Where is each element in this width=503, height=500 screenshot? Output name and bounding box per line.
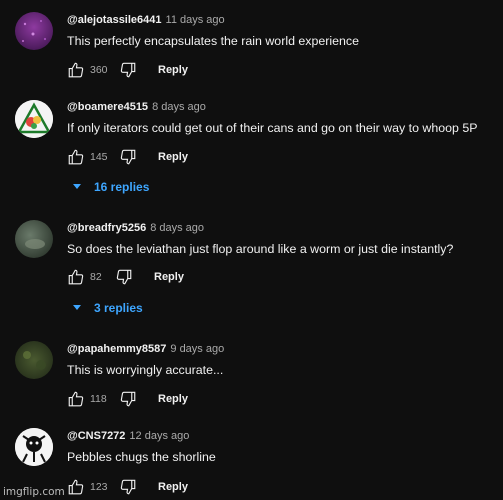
thumbs-up-icon[interactable] (66, 389, 86, 409)
chevron-down-icon (73, 184, 81, 189)
timestamp[interactable]: 12 days ago (129, 430, 189, 442)
reply-button[interactable]: Reply (158, 393, 188, 405)
replies-label: 16 replies (94, 180, 150, 194)
thumbs-up-icon[interactable] (66, 60, 86, 80)
reply-button[interactable]: Reply (158, 481, 188, 493)
comment-meta: @CNS7272 12 days ago (67, 430, 189, 442)
username[interactable]: @alejotassile6441 (67, 14, 162, 26)
thumbs-up-icon[interactable] (66, 267, 86, 287)
view-replies-button[interactable]: 3 replies (72, 301, 143, 315)
reply-button[interactable]: Reply (154, 271, 184, 283)
thumbs-up-icon[interactable] (66, 147, 86, 167)
comment-meta: @boamere4515 8 days ago (67, 101, 206, 113)
comment-actions: 82 Reply (66, 267, 184, 287)
comment-meta: @alejotassile6441 11 days ago (67, 14, 225, 26)
username[interactable]: @breadfry5256 (67, 222, 146, 234)
avatar[interactable] (15, 100, 53, 138)
comment-text: This perfectly encapsulates the rain wor… (67, 34, 360, 48)
timestamp[interactable]: 9 days ago (170, 343, 224, 355)
thumbs-down-icon[interactable] (118, 60, 138, 80)
comment-meta: @breadfry5256 8 days ago (67, 222, 204, 234)
thumbs-down-icon[interactable] (118, 389, 138, 409)
thumbs-down-icon[interactable] (118, 147, 138, 167)
comment-text: Pebbles chugs the shorline (67, 450, 216, 464)
replies-label: 3 replies (94, 301, 143, 315)
avatar[interactable] (15, 341, 53, 379)
like-count: 123 (90, 481, 108, 493)
username[interactable]: @boamere4515 (67, 101, 148, 113)
timestamp[interactable]: 8 days ago (152, 101, 206, 113)
thumbs-down-icon[interactable] (118, 477, 138, 497)
comment-text: This is worryingly accurate... (67, 363, 224, 377)
thumbs-down-icon[interactable] (114, 267, 134, 287)
like-count: 118 (90, 393, 107, 405)
comment-text: If only iterators could get out of their… (67, 121, 478, 135)
like-count: 145 (90, 151, 108, 163)
thumbs-up-icon[interactable] (66, 477, 86, 497)
like-count: 360 (90, 64, 108, 76)
like-count: 82 (90, 271, 102, 283)
avatar[interactable] (15, 220, 53, 258)
reply-button[interactable]: Reply (158, 151, 188, 163)
comment-actions: 118 Reply (66, 389, 188, 409)
comment-actions: 123 Reply (66, 477, 188, 497)
view-replies-button[interactable]: 16 replies (72, 180, 149, 194)
avatar[interactable] (15, 12, 53, 50)
username[interactable]: @CNS7272 (67, 430, 125, 442)
username[interactable]: @papahemmy8587 (67, 343, 166, 355)
reply-button[interactable]: Reply (158, 64, 188, 76)
timestamp[interactable]: 11 days ago (166, 14, 225, 26)
comment-meta: @papahemmy8587 9 days ago (67, 343, 224, 355)
comment-actions: 145 Reply (66, 147, 188, 167)
timestamp[interactable]: 8 days ago (150, 222, 204, 234)
watermark: imgflip.com (3, 486, 65, 498)
avatar[interactable] (15, 428, 53, 466)
comment-text: So does the leviathan just flop around l… (67, 242, 454, 256)
chevron-down-icon (73, 305, 81, 310)
comment-actions: 360 Reply (66, 60, 188, 80)
